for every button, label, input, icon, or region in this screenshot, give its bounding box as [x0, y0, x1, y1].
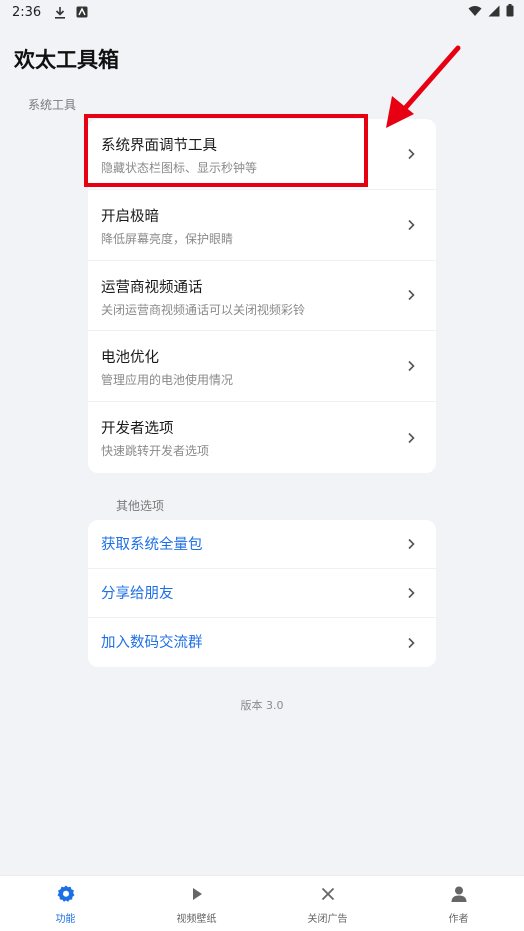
list-item-developer-options[interactable]: 开发者选项 快速跳转开发者选项 [88, 402, 436, 473]
play-icon [187, 884, 207, 904]
list-item-title: 开启极暗 [101, 208, 159, 225]
list-item-dark-mode[interactable]: 开启极暗 降低屏幕亮度，保护眼睛 [88, 190, 436, 261]
list-item-title: 分享给朋友 [101, 586, 174, 602]
list-item-title: 加入数码交流群 [101, 635, 203, 651]
section-label-other: 其他选项 [116, 499, 165, 513]
list-item-title: 开发者选项 [101, 421, 174, 438]
chevron-right-icon [408, 148, 415, 159]
system-tools-card: 系统界面调节工具 隐藏状态栏图标、显示秒钟等 开启极暗 降低屏幕亮度，保护眼睛 … [88, 119, 436, 473]
chevron-right-icon [408, 432, 415, 443]
section-label-system: 系统工具 [28, 98, 77, 112]
page-title: 欢太工具箱 [14, 48, 119, 72]
list-item-share-friends[interactable]: 分享给朋友 [88, 569, 436, 618]
chevron-right-icon [408, 587, 415, 599]
list-item-title: 电池优化 [101, 350, 159, 367]
list-item-title: 获取系统全量包 [101, 537, 203, 553]
status-right-icons [468, 4, 514, 17]
chevron-right-icon [408, 361, 415, 372]
battery-icon [506, 4, 514, 17]
chevron-right-icon [408, 219, 415, 230]
list-item-subtitle: 快速跳转开发者选项 [101, 444, 210, 459]
download-icon [53, 5, 67, 19]
chevron-right-icon [408, 290, 415, 301]
status-time: 2:36 [12, 4, 42, 20]
version-label: 版本 3.0 [240, 699, 284, 712]
list-item-title: 运营商视频通话 [101, 279, 203, 296]
chevron-right-icon [408, 637, 415, 648]
nav-item-author[interactable]: 作者 [393, 876, 524, 931]
chevron-right-icon [408, 538, 415, 550]
nav-label: 作者 [448, 914, 469, 925]
wifi-icon [468, 5, 482, 17]
notification-app-icon [75, 5, 89, 19]
gear-icon [56, 884, 76, 904]
list-item-subtitle: 关闭运营商视频通话可以关闭视频彩铃 [101, 302, 306, 317]
nav-label: 视频壁纸 [176, 914, 217, 925]
list-item-system-ui-tool[interactable]: 系统界面调节工具 隐藏状态栏图标、显示秒钟等 [88, 119, 436, 190]
list-item-subtitle: 隐藏状态栏图标、显示秒钟等 [101, 161, 258, 175]
nav-item-close-ads[interactable]: 关闭广告 [262, 876, 393, 931]
nav-label: 关闭广告 [307, 914, 348, 925]
bottom-nav: 功能 视频壁纸 关闭广告 作者 [0, 875, 524, 931]
list-item-subtitle: 管理应用的电池使用情况 [101, 373, 234, 388]
list-item-join-group[interactable]: 加入数码交流群 [88, 618, 436, 667]
list-item-carrier-video-call[interactable]: 运营商视频通话 关闭运营商视频通话可以关闭视频彩铃 [88, 261, 436, 332]
status-bar: 2:36 [0, 0, 524, 24]
nav-item-video-wallpaper[interactable]: 视频壁纸 [131, 876, 262, 931]
nav-label: 功能 [55, 914, 76, 925]
signal-icon [488, 5, 500, 17]
person-icon [449, 884, 469, 904]
list-item-full-package[interactable]: 获取系统全量包 [88, 520, 436, 569]
close-icon [318, 884, 338, 904]
nav-item-features[interactable]: 功能 [0, 876, 131, 931]
list-item-battery-optimization[interactable]: 电池优化 管理应用的电池使用情况 [88, 331, 436, 403]
list-item-subtitle: 降低屏幕亮度，保护眼睛 [101, 231, 234, 246]
list-item-title: 系统界面调节工具 [101, 138, 217, 154]
other-options-card: 获取系统全量包 分享给朋友 加入数码交流群 [88, 520, 436, 667]
